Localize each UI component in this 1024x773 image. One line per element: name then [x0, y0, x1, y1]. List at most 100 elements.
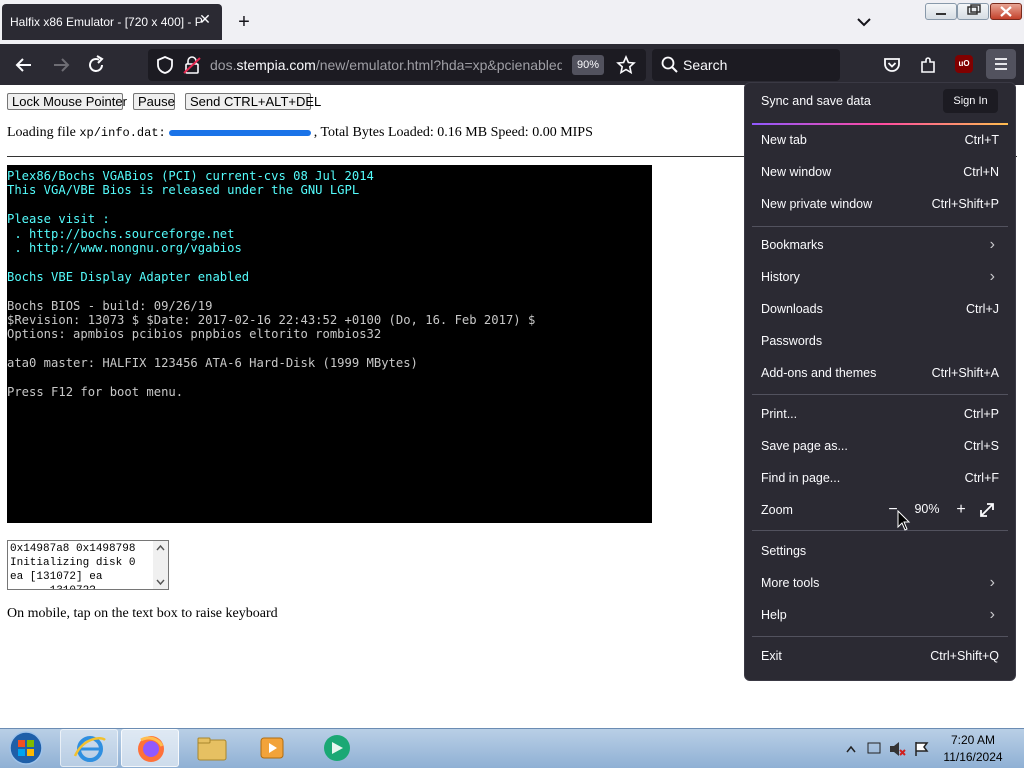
clock-time[interactable]: 7:20 AM [938, 733, 1008, 747]
sign-in-button[interactable]: Sign In [943, 89, 998, 113]
zoom-in-button[interactable]: + [952, 500, 970, 520]
back-arrow-icon[interactable] [13, 54, 35, 76]
mobile-hint-text: On mobile, tap on the text box to raise … [7, 606, 278, 621]
chevron-right-icon: › [989, 606, 995, 623]
window-restore-button[interactable] [957, 3, 989, 20]
menu-item-help[interactable]: Help › [761, 599, 1001, 631]
menu-item-shortcut: Ctrl+F [964, 471, 999, 485]
screen-line: . http://bochs.sourceforge.net [7, 226, 235, 241]
fullscreen-icon[interactable] [978, 501, 996, 519]
menu-item-exit[interactable]: Exit Ctrl+Shift+Q [761, 640, 1001, 672]
menu-item-shortcut: Ctrl+J [966, 302, 999, 316]
menu-item-add-ons-and-themes[interactable]: Add-ons and themes Ctrl+Shift+A [761, 357, 1001, 389]
menu-item-label: Find in page... [761, 471, 841, 485]
menu-item-new-private-window[interactable]: New private window Ctrl+Shift+P [761, 188, 1001, 220]
menu-item-shortcut: Ctrl+N [963, 165, 999, 179]
zoom-level-badge[interactable]: 90% [572, 55, 604, 75]
screen-line: ata0 master: HALFIX 123456 ATA-6 Hard-Di… [7, 356, 418, 371]
menu-item-label: Zoom [761, 503, 793, 517]
ublock-origin-icon[interactable]: uO [955, 55, 973, 73]
app-menu-button[interactable] [986, 49, 1016, 79]
menu-item-label: History [761, 270, 800, 284]
taskbar-media-player-icon[interactable] [243, 729, 301, 767]
menu-item-label: Bookmarks [761, 238, 824, 252]
tab-title: Halfix x86 Emulator - [720 x 400] - P [10, 15, 203, 29]
emulator-screen[interactable]: Plex86/Bochs VGABios (PCI) current-cvs 0… [7, 165, 652, 523]
new-tab-icon[interactable]: + [234, 12, 254, 32]
lock-mouse-pointer-button[interactable]: Lock Mouse Pointer [7, 93, 127, 110]
menu-item-shortcut: Ctrl+Shift+A [931, 366, 999, 380]
loading-status: Loading file xp/info.dat:, Total Bytes L… [7, 125, 593, 140]
menu-item-new-window[interactable]: New window Ctrl+N [761, 156, 1001, 188]
menu-item-settings[interactable]: Settings [761, 535, 1001, 567]
window-minimize-button[interactable] [925, 3, 957, 20]
menu-separator [752, 636, 1008, 637]
menu-item-shortcut: Ctrl+Shift+Q [930, 649, 999, 663]
tab-close-icon[interactable]: ✕ [198, 12, 212, 26]
menu-item-shortcut: Ctrl+S [963, 439, 999, 453]
screen-line: Please visit : [7, 212, 110, 227]
menu-item-label: Downloads [761, 302, 823, 316]
shield-icon[interactable] [154, 54, 176, 76]
chevron-down-icon[interactable] [854, 12, 874, 32]
system-tray-icons[interactable] [844, 740, 930, 758]
menu-item-new-tab[interactable]: New tab Ctrl+T [761, 124, 1001, 156]
menu-item-label: Exit [761, 649, 782, 663]
pocket-icon[interactable] [881, 54, 903, 76]
screen-line: Press F12 for boot menu. [7, 385, 184, 400]
send-ctrl-alt-del-button[interactable]: Send CTRL+ALT+DEL [185, 93, 321, 110]
url-text[interactable]: dos.stempia.com/new/emulator.html?hda=xp… [210, 57, 562, 73]
pause-button[interactable]: Pause [133, 93, 175, 110]
screen-line: $Revision: 13073 $ $Date: 2017-02-16 22:… [7, 313, 536, 328]
zoom-value[interactable]: 90% [910, 502, 944, 516]
screen-line: This VGA/VBE Bios is released under the … [7, 183, 360, 198]
search-icon [661, 56, 678, 73]
loading-file-name: xp/info.dat: [79, 126, 166, 140]
menu-item-label: Print... [761, 407, 798, 421]
menu-item-passwords[interactable]: Passwords [761, 325, 1001, 357]
clock-date[interactable]: 11/16/2024 [938, 750, 1008, 764]
menu-item-shortcut: Ctrl+P [963, 407, 999, 421]
menu-item-history[interactable]: History › [761, 261, 1001, 293]
menu-item-label: Settings [761, 544, 807, 558]
screen-line: Plex86/Bochs VGABios (PCI) current-cvs 0… [7, 169, 374, 183]
menu-item-shortcut: Ctrl+Shift+P [931, 197, 999, 211]
menu-item-save-page-as[interactable]: Save page as... Ctrl+S [761, 430, 1001, 462]
search-placeholder[interactable]: Search [683, 57, 727, 73]
taskbar-file-explorer-icon[interactable] [183, 729, 241, 767]
start-button[interactable] [3, 729, 49, 767]
menu-separator [752, 530, 1008, 531]
menu-item-print[interactable]: Print... Ctrl+P [761, 398, 1001, 430]
taskbar-app-icon[interactable] [306, 729, 364, 767]
window-close-button[interactable] [990, 3, 1022, 20]
menu-item-label: Help [761, 608, 787, 622]
reload-icon[interactable] [85, 54, 107, 76]
menu-item-more-tools[interactable]: More tools › [761, 567, 1001, 599]
menu-item-label: New window [761, 165, 832, 179]
tab-emulator[interactable]: Halfix x86 Emulator - [720 x 400] - P [2, 4, 222, 40]
menu-item-downloads[interactable]: Downloads Ctrl+J [761, 293, 1001, 325]
menu-item-bookmarks[interactable]: Bookmarks › [761, 229, 1001, 261]
log-scrollbar[interactable] [153, 541, 168, 589]
bookmark-star-icon[interactable] [615, 54, 637, 76]
screen-line: Bochs VBE Display Adapter enabled [7, 269, 250, 284]
lock-insecure-icon[interactable] [181, 54, 203, 76]
menu-separator [752, 394, 1008, 395]
log-textarea[interactable]: 0x14987a8 0x1498798 Initializing disk 0 … [7, 540, 169, 590]
taskbar-internet-explorer-icon[interactable] [60, 729, 118, 767]
menu-item-find-in-page[interactable]: Find in page... Ctrl+F [761, 462, 1001, 494]
chevron-right-icon: › [989, 574, 995, 591]
mouse-cursor-icon [897, 510, 911, 531]
menu-item-label: Add-ons and themes [761, 366, 877, 380]
menu-separator [752, 226, 1008, 227]
extensions-puzzle-icon[interactable] [917, 54, 939, 76]
menu-item-label: More tools [761, 576, 820, 590]
menu-item-label: New private window [761, 197, 873, 211]
forward-arrow-icon[interactable] [50, 54, 72, 76]
menu-item-label: Save page as... [761, 439, 848, 453]
taskbar-firefox-icon[interactable] [121, 729, 179, 767]
chevron-right-icon: › [989, 236, 995, 253]
chevron-right-icon: › [989, 268, 995, 285]
menu-item-label: Passwords [761, 334, 823, 348]
loading-progress-bar [168, 129, 311, 136]
